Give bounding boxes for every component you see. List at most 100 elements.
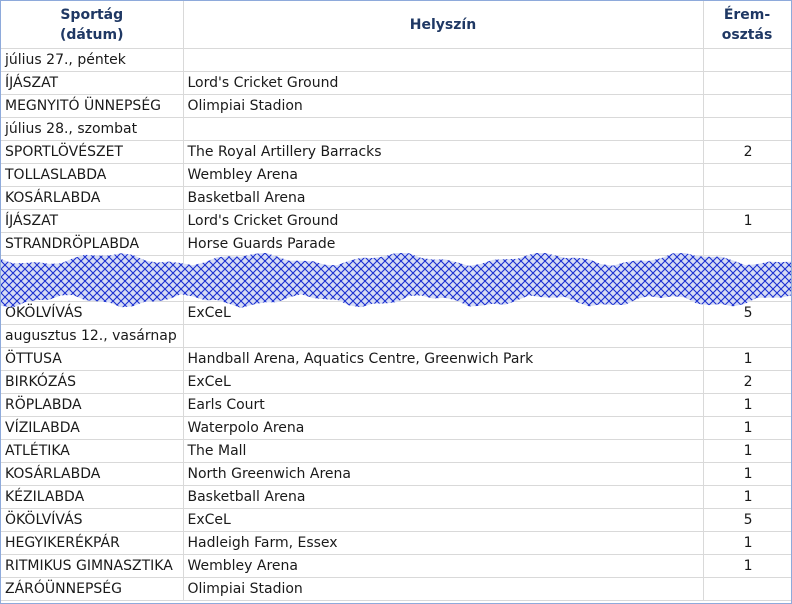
- cell-medals[interactable]: [703, 232, 791, 256]
- header-medals-line1: Érem-: [723, 6, 771, 23]
- cell-sport[interactable]: augusztus 12., vasárnap: [1, 324, 184, 348]
- cell-sport[interactable]: ATLÉTIKA: [1, 439, 184, 463]
- table-row: RÖPLABDA Earls Court 1: [1, 393, 791, 417]
- cell-medals[interactable]: [703, 324, 791, 348]
- cell-medals[interactable]: [703, 186, 791, 210]
- cell-sport[interactable]: RÖPLABDA: [1, 393, 184, 417]
- cell-medals[interactable]: 1: [703, 393, 791, 417]
- cell-venue[interactable]: Olimpiai Stadion: [183, 577, 704, 601]
- cell-medals[interactable]: [703, 163, 791, 187]
- cell-sport[interactable]: ÖTTUSA: [1, 347, 184, 371]
- cell-medals[interactable]: 5: [703, 301, 791, 325]
- header-venue[interactable]: Helyszín: [183, 1, 704, 49]
- cell-venue[interactable]: Waterpolo Arena: [183, 416, 704, 440]
- cell-sport[interactable]: BIRKÓZÁS: [1, 370, 184, 394]
- cell-sport[interactable]: ÖKÖLVÍVÁS: [1, 508, 184, 532]
- cell-sport[interactable]: ÍJÁSZAT: [1, 71, 184, 95]
- cell-venue[interactable]: The Royal Artillery Barracks: [183, 140, 704, 164]
- date-row: július 28., szombat: [1, 117, 791, 141]
- table-row: KOSÁRLABDA North Greenwich Arena 1: [1, 462, 791, 486]
- cell-sport[interactable]: július 27., péntek: [1, 48, 184, 72]
- cell-venue[interactable]: [183, 324, 704, 348]
- cell-medals[interactable]: 1: [703, 462, 791, 486]
- cell-medals[interactable]: [703, 117, 791, 141]
- cell-sport[interactable]: július 28., szombat: [1, 117, 184, 141]
- cell-medals[interactable]: 1: [703, 209, 791, 233]
- cell-venue[interactable]: Earls Court: [183, 393, 704, 417]
- table-row: KÉZILABDA Basketball Arena 1: [1, 485, 791, 509]
- cell-medals[interactable]: [703, 71, 791, 95]
- table-row: SPORTLÖVÉSZET The Royal Artillery Barrack…: [1, 140, 791, 164]
- cell-medals[interactable]: 1: [703, 439, 791, 463]
- cell-medals[interactable]: [703, 94, 791, 118]
- cell-sport[interactable]: SPORTLÖVÉSZET: [1, 140, 184, 164]
- cell-medals[interactable]: 1: [703, 531, 791, 555]
- cell-sport[interactable]: KOSÁRLABDA: [1, 186, 184, 210]
- cell-sport[interactable]: KOSÁRLABDA: [1, 462, 184, 486]
- table-row: ÍJÁSZAT Lord's Cricket Ground: [1, 71, 791, 95]
- table-row: HEGYIKERÉKPÁR Hadleigh Farm, Essex 1: [1, 531, 791, 555]
- table-body-hidden: [1, 255, 791, 302]
- table-row: TOLLASLABDA Wembley Arena: [1, 163, 791, 187]
- table-row: ATLÉTIKA The Mall 1: [1, 439, 791, 463]
- cell-venue[interactable]: Lord's Cricket Ground: [183, 71, 704, 95]
- cell-medals[interactable]: 1: [703, 485, 791, 509]
- cell-venue[interactable]: North Greenwich Arena: [183, 462, 704, 486]
- cell-sport[interactable]: TOLLASLABDA: [1, 163, 184, 187]
- cell-venue[interactable]: [183, 117, 704, 141]
- cell-sport[interactable]: MEGNYITÓ ÜNNEPSÉG: [1, 94, 184, 118]
- cell-venue[interactable]: Hadleigh Farm, Essex: [183, 531, 704, 555]
- header-medals-line2: osztás: [721, 26, 773, 43]
- cell-venue[interactable]: ExCeL: [183, 370, 704, 394]
- cell-venue[interactable]: Wembley Arena: [183, 554, 704, 578]
- cell-venue[interactable]: Horse Guards Parade: [183, 232, 704, 256]
- header-medals[interactable]: Érem- osztás: [703, 1, 791, 49]
- cell-venue[interactable]: Wembley Arena: [183, 163, 704, 187]
- cell-sport[interactable]: RITMIKUS GIMNASZTIKA: [1, 554, 184, 578]
- schedule-sheet: Sportág (dátum) Helyszín Érem- osztás jú…: [0, 0, 792, 604]
- header-sport[interactable]: Sportág (dátum): [1, 1, 184, 49]
- cell-sport[interactable]: HEGYIKERÉKPÁR: [1, 531, 184, 555]
- cell-sport[interactable]: KÉZILABDA: [1, 485, 184, 509]
- table-row: ÖKÖLVÍVÁS ExCeL 5: [1, 301, 791, 325]
- cell-venue[interactable]: ExCeL: [183, 301, 704, 325]
- cell-venue[interactable]: Olimpiai Stadion: [183, 94, 704, 118]
- table-body-bottom: ÖKÖLVÍVÁS ExCeL 5 augusztus 12., vasárnap ÖT…: [1, 301, 791, 601]
- table-row: ÖTTUSA Handball Arena, Aquatics Centre, G…: [1, 347, 791, 371]
- cell-sport[interactable]: ZÁRÓÜNNEPSÉG: [1, 577, 184, 601]
- cell-medals[interactable]: 5: [703, 508, 791, 532]
- cell-medals[interactable]: 1: [703, 416, 791, 440]
- cell-venue[interactable]: [183, 48, 704, 72]
- header-sport-line1: Sportág: [60, 6, 124, 23]
- date-row: július 27., péntek: [1, 48, 791, 72]
- cell-venue[interactable]: Basketball Arena: [183, 485, 704, 509]
- cell-sport[interactable]: VÍZILABDA: [1, 416, 184, 440]
- table-row: BIRKÓZÁS ExCeL 2: [1, 370, 791, 394]
- table-row: VÍZILABDA Waterpolo Arena 1: [1, 416, 791, 440]
- header-row: Sportág (dátum) Helyszín Érem- osztás: [1, 1, 791, 49]
- cell-medals[interactable]: [703, 577, 791, 601]
- schedule-table: Sportág (dátum) Helyszín Érem- osztás jú…: [1, 1, 791, 601]
- cell-medals[interactable]: [703, 48, 791, 72]
- cell-venue[interactable]: Basketball Arena: [183, 186, 704, 210]
- cell-medals[interactable]: 1: [703, 347, 791, 371]
- table-row: KOSÁRLABDA Basketball Arena: [1, 186, 791, 210]
- table-row: STRANDRÖPLABDA Horse Guards Parade: [1, 232, 791, 256]
- table-row: ÍJÁSZAT Lord's Cricket Ground 1: [1, 209, 791, 233]
- date-row: augusztus 12., vasárnap: [1, 324, 791, 348]
- cell-sport[interactable]: STRANDRÖPLABDA: [1, 232, 184, 256]
- table-body-top: július 27., péntek ÍJÁSZAT Lord's Cricket …: [1, 48, 791, 256]
- table-row: RITMIKUS GIMNASZTIKA Wembley Arena 1: [1, 554, 791, 578]
- cell-venue[interactable]: Lord's Cricket Ground: [183, 209, 704, 233]
- table-row: MEGNYITÓ ÜNNEPSÉG Olimpiai Stadion: [1, 94, 791, 118]
- cell-medals[interactable]: 2: [703, 370, 791, 394]
- cell-venue[interactable]: The Mall: [183, 439, 704, 463]
- cell-medals[interactable]: 2: [703, 140, 791, 164]
- cell-medals[interactable]: 1: [703, 554, 791, 578]
- cell-venue[interactable]: ExCeL: [183, 508, 704, 532]
- cell-venue[interactable]: Handball Arena, Aquatics Centre, Greenwi…: [183, 347, 704, 371]
- header-sport-line2: (dátum): [59, 26, 124, 43]
- cell-sport[interactable]: ÍJÁSZAT: [1, 209, 184, 233]
- table-row: ZÁRÓÜNNEPSÉG Olimpiai Stadion: [1, 577, 791, 601]
- cell-sport[interactable]: ÖKÖLVÍVÁS: [1, 301, 184, 325]
